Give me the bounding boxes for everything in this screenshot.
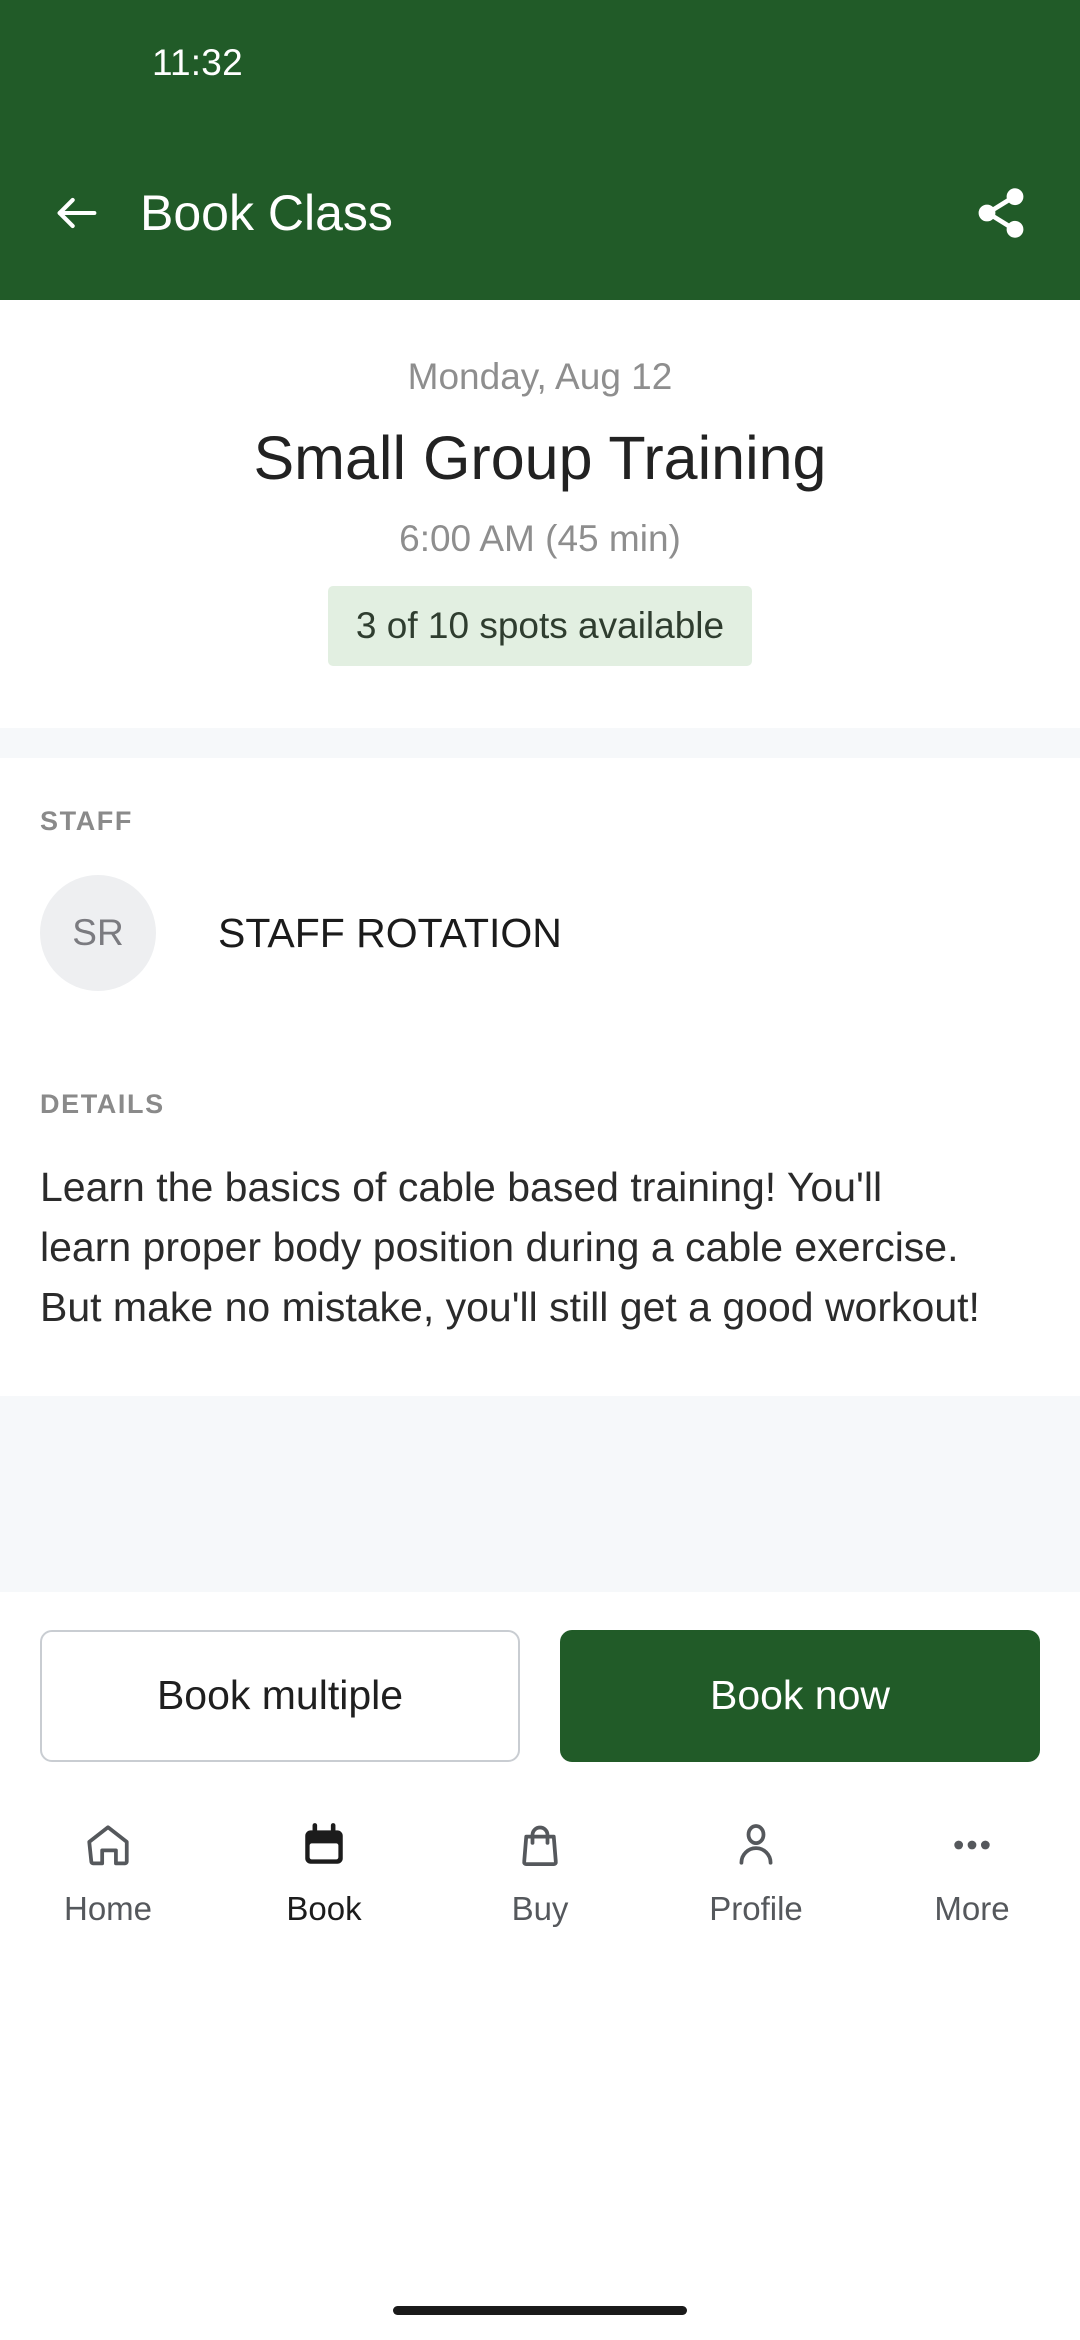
nav-label-buy: Buy xyxy=(511,1889,569,1927)
status-bar-clock: 11:32 xyxy=(152,42,243,83)
class-name: Small Group Training xyxy=(253,424,827,492)
nav-label-home: Home xyxy=(63,1889,153,1927)
nav-label-more: More xyxy=(934,1889,1010,1927)
page-title: Book Class xyxy=(140,185,393,241)
nav-item-more[interactable]: More xyxy=(864,1814,1080,1928)
arrow-left-icon xyxy=(51,187,103,239)
home-indicator[interactable] xyxy=(393,2305,687,2315)
nav-item-profile[interactable]: Profile xyxy=(648,1814,864,1928)
nav-label-book: Book xyxy=(286,1889,362,1927)
section-divider-bottom xyxy=(0,1395,1080,1592)
class-date: Monday, Aug 12 xyxy=(407,356,673,397)
action-bar: Book multiple Book now xyxy=(0,1591,1080,1798)
status-bar: 11:32 xyxy=(0,0,1080,126)
shopping-bag-icon xyxy=(515,1814,565,1876)
details-section-label: DETAILS xyxy=(40,1089,165,1120)
app-bar-region: 11:32 Book Class xyxy=(0,0,1080,300)
home-icon xyxy=(83,1814,133,1876)
person-icon xyxy=(731,1814,781,1876)
back-button[interactable] xyxy=(46,182,108,244)
details-text: Learn the basics of cable based training… xyxy=(40,1164,980,1331)
class-time: 6:00 AM (45 min) xyxy=(399,518,681,560)
spots-available-badge: 3 of 10 spots available xyxy=(327,586,753,667)
nav-item-book[interactable]: Book xyxy=(216,1814,432,1928)
bottom-navigation: Home Book Buy Profile More xyxy=(0,1797,1080,2280)
book-multiple-button[interactable]: Book multiple xyxy=(40,1629,520,1762)
class-info-section: STAFF SR STAFF ROTATION DETAILS Learn th… xyxy=(0,758,1080,1396)
nav-label-profile: Profile xyxy=(709,1889,803,1927)
app-bar: Book Class xyxy=(0,126,1080,300)
share-button[interactable] xyxy=(968,180,1034,246)
ellipsis-icon xyxy=(947,1814,997,1876)
section-divider-top xyxy=(0,728,1080,759)
nav-item-home[interactable]: Home xyxy=(0,1814,216,1928)
avatar: SR xyxy=(40,875,156,992)
staff-row[interactable]: SR STAFF ROTATION xyxy=(40,875,1040,1041)
home-indicator-area xyxy=(0,2280,1080,2340)
book-now-button[interactable]: Book now xyxy=(560,1629,1040,1762)
calendar-icon xyxy=(299,1814,349,1876)
nav-item-buy[interactable]: Buy xyxy=(432,1814,648,1928)
staff-section-label: STAFF xyxy=(40,806,133,837)
share-icon xyxy=(973,185,1029,241)
staff-name: STAFF ROTATION xyxy=(218,909,562,956)
book-class-screen: 11:32 Book Class Monday, Aug 12 Small Gr… xyxy=(0,0,1080,2340)
class-summary: Monday, Aug 12 Small Group Training 6:00… xyxy=(0,300,1080,729)
